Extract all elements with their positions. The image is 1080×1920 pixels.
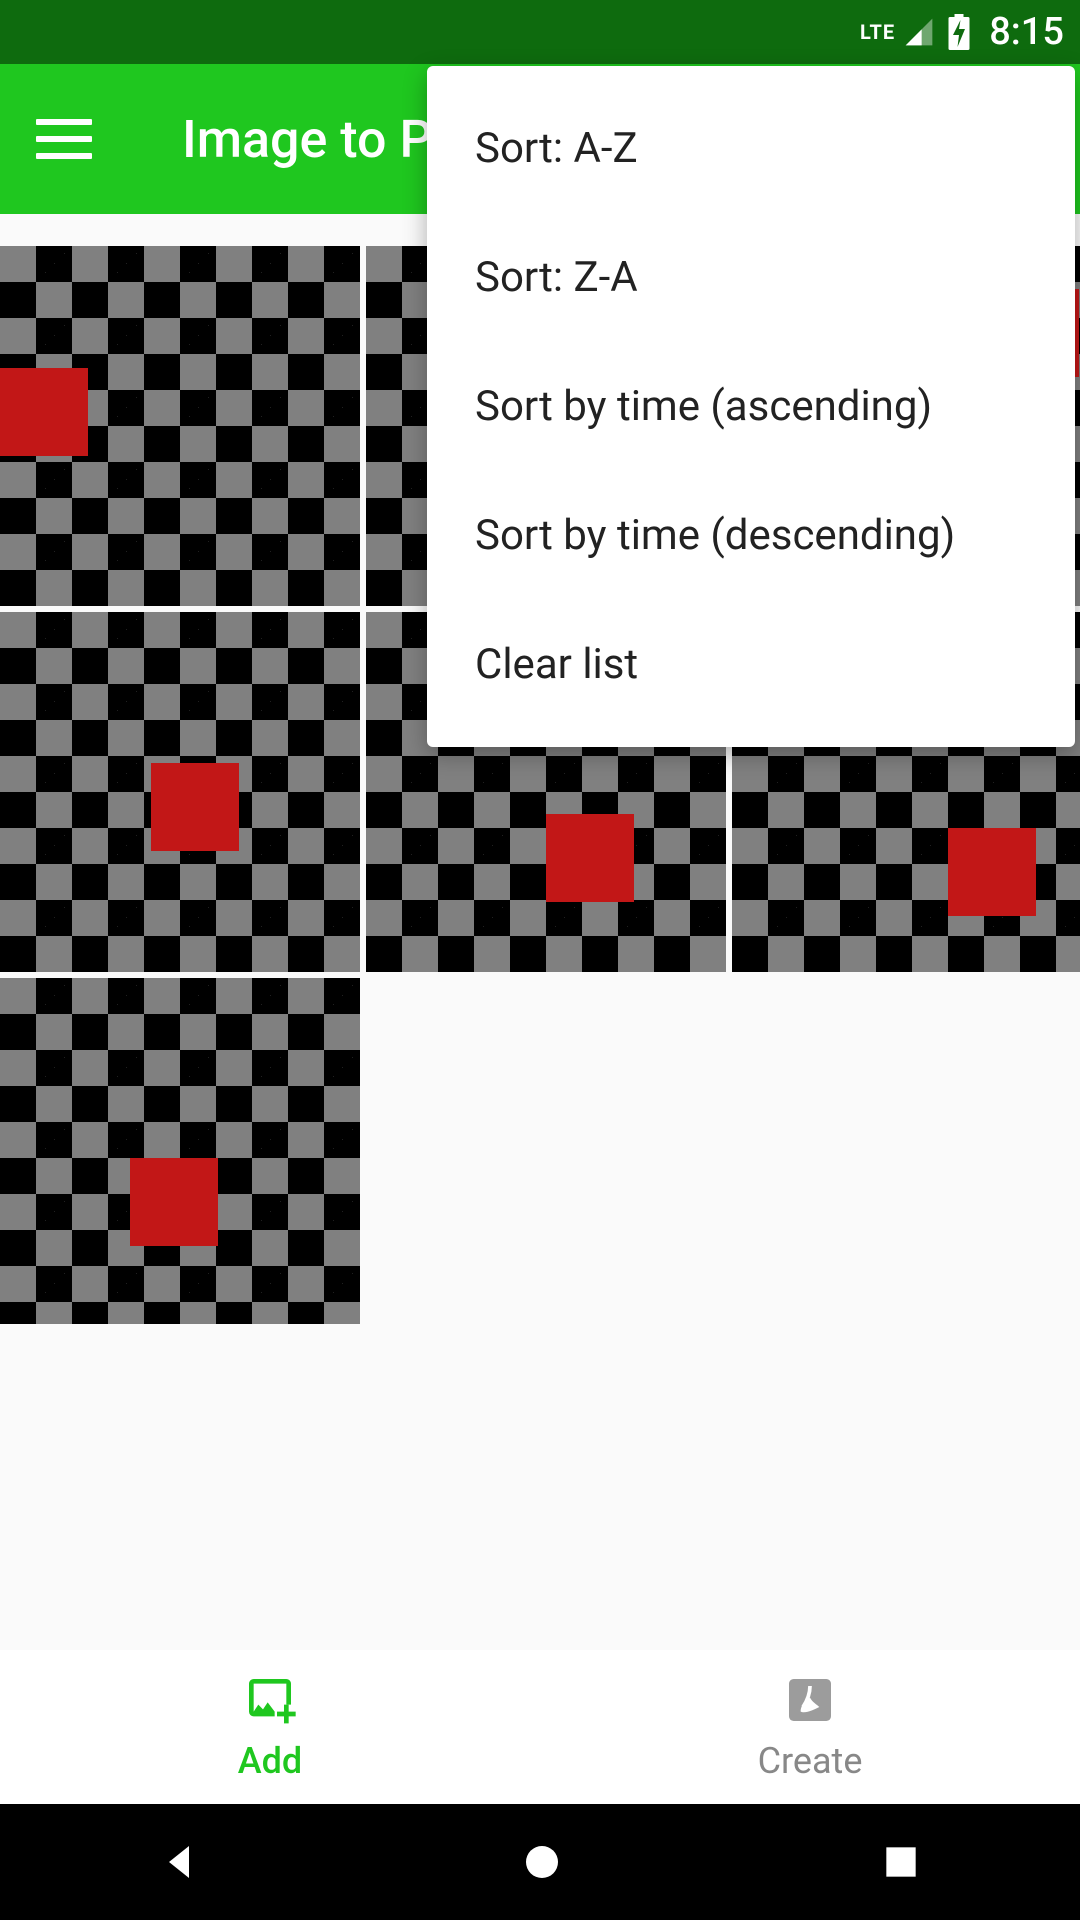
android-nav-bar xyxy=(0,1804,1080,1920)
overflow-menu: Sort: A-Z Sort: Z-A Sort by time (ascend… xyxy=(427,66,1075,747)
clock-label: 8:15 xyxy=(989,10,1064,54)
add-image-icon xyxy=(242,1672,298,1732)
menu-item-sort-za[interactable]: Sort: Z-A xyxy=(427,213,1075,342)
menu-item-sort-time-desc[interactable]: Sort by time (descending) xyxy=(427,471,1075,600)
menu-item-sort-time-asc[interactable]: Sort by time (ascending) xyxy=(427,342,1075,471)
tab-add-label: Add xyxy=(238,1740,302,1782)
image-thumbnail[interactable] xyxy=(0,612,360,972)
menu-icon[interactable] xyxy=(36,119,92,159)
signal-icon xyxy=(903,16,935,48)
tab-add[interactable]: Add xyxy=(0,1650,540,1804)
bottom-tab-bar: Add Create xyxy=(0,1650,1080,1804)
nav-home-icon[interactable] xyxy=(518,1838,566,1886)
pdf-icon xyxy=(782,1672,838,1732)
menu-item-clear-list[interactable]: Clear list xyxy=(427,600,1075,729)
battery-charging-icon xyxy=(947,14,971,50)
image-thumbnail[interactable] xyxy=(0,978,360,1324)
nav-back-icon[interactable] xyxy=(157,1838,205,1886)
content-area: Sort: A-Z Sort: Z-A Sort by time (ascend… xyxy=(0,214,1080,1650)
nav-recent-icon[interactable] xyxy=(879,1840,923,1884)
menu-item-sort-az[interactable]: Sort: A-Z xyxy=(427,84,1075,213)
image-thumbnail[interactable] xyxy=(0,246,360,606)
tab-create[interactable]: Create xyxy=(540,1650,1080,1804)
status-bar: LTE 8:15 xyxy=(0,0,1080,64)
tab-create-label: Create xyxy=(758,1740,863,1782)
network-type-label: LTE xyxy=(860,20,895,44)
